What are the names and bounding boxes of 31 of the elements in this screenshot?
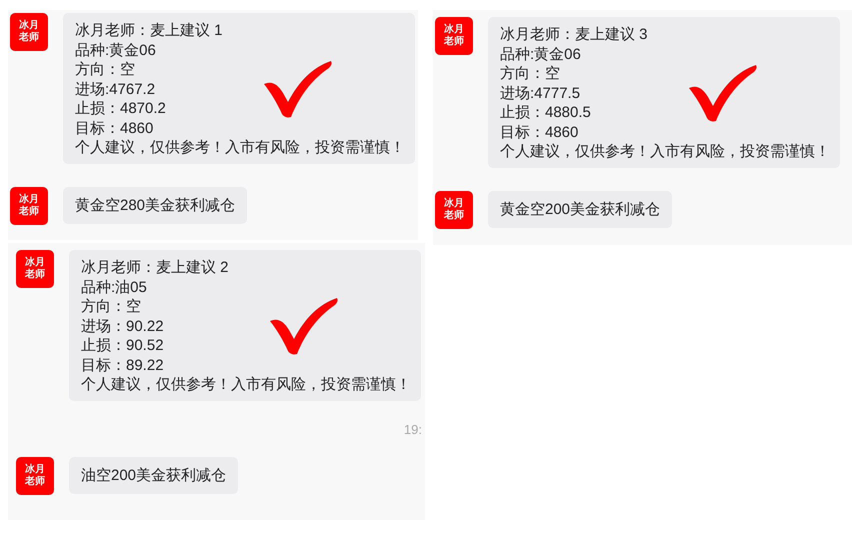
- message-line: 品种:油05: [81, 278, 148, 297]
- message-line: 个人建议，仅供参考！入市有风险，投资需谨慎！: [81, 375, 411, 394]
- message-line: 止损：4870.2: [75, 99, 167, 118]
- avatar: 冰月老师: [435, 17, 473, 55]
- avatar: 冰月老师: [16, 250, 54, 288]
- message-bubble: 油空200美金获利减仓: [69, 456, 238, 494]
- message-line: 目标：4860: [500, 122, 580, 142]
- message-line: 进场:4777.5: [500, 84, 582, 103]
- message-line: 目标：4860: [75, 118, 154, 138]
- message-line: 冰月老师：麦上建议 3: [500, 25, 649, 44]
- message-line: 方向：空: [81, 297, 142, 316]
- avatar: 冰月老师: [435, 190, 473, 228]
- message-line: 止损：4880.5: [500, 103, 592, 122]
- avatar: 冰月老师: [10, 186, 48, 224]
- avatar: 冰月老师: [16, 456, 54, 494]
- timestamp: 19:: [402, 422, 422, 436]
- message-line: 品种:黄金06: [75, 40, 157, 60]
- message-line: 目标：89.22: [81, 356, 165, 375]
- message-bubble: 黄金空200美金获利减仓: [488, 190, 672, 228]
- message-line: 个人建议，仅供参考！入市有风险，投资需谨慎！: [500, 142, 830, 162]
- message-line: 方向：空: [75, 60, 136, 80]
- message-line: 冰月老师：麦上建议 1: [75, 21, 224, 40]
- message-line: 品种:黄金06: [500, 44, 582, 64]
- message-line: 进场:4767.2: [75, 80, 156, 99]
- message-line: 个人建议，仅供参考！入市有风险，投资需谨慎！: [75, 138, 405, 158]
- avatar: 冰月老师: [10, 13, 48, 51]
- message-line: 方向：空: [500, 64, 561, 84]
- message-line: 进场：90.22: [81, 316, 165, 336]
- message-line: 止损：90.52: [81, 336, 165, 356]
- message-line: 冰月老师：麦上建议 2: [81, 258, 230, 278]
- message-bubble: 黄金空280美金获利减仓: [63, 186, 248, 224]
